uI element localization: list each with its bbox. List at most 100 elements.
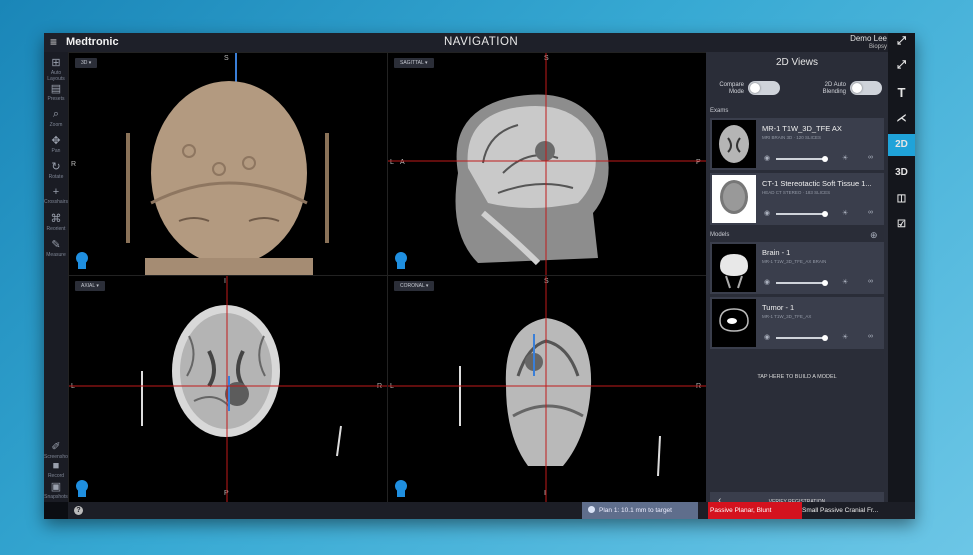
menu-icon[interactable]: ≡ bbox=[50, 36, 57, 48]
tool-zoom[interactable]: ⌕ Zoom bbox=[44, 108, 68, 128]
viewport-3d[interactable]: 3D ▾ S R bbox=[68, 52, 388, 276]
brightness-icon[interactable]: ☀ bbox=[842, 209, 848, 217]
visibility-icon[interactable]: ◉ bbox=[764, 209, 770, 217]
exam-subtitle: HEAD CT STEREO · 183 SLICES bbox=[762, 190, 831, 195]
model-subtitle: MR-1 T1W_3D_TFE_AX bbox=[762, 314, 812, 319]
model-card[interactable]: Brain - 1 MR-1 T1W_3D_TFE_AX BRAIN ◉ ☀ ∞ bbox=[710, 242, 884, 294]
tool-label: Snapshots bbox=[44, 494, 68, 500]
opacity-slider[interactable] bbox=[776, 335, 828, 341]
add-model-icon[interactable]: ⊕ bbox=[870, 230, 878, 241]
tool-label: Zoom bbox=[49, 122, 63, 128]
tool-record[interactable]: ■ Record bbox=[44, 460, 68, 479]
tool-label: Record bbox=[47, 473, 65, 479]
model-subtitle: MR-1 T1W_3D_TFE_AX BRAIN bbox=[762, 259, 827, 264]
reference-frame-label[interactable]: Small Passive Cranial Fr... bbox=[802, 502, 902, 519]
expand-icon[interactable]: ⤢ bbox=[888, 35, 915, 48]
tool-label: Presets bbox=[47, 96, 65, 102]
mri-thumb-image bbox=[719, 125, 749, 163]
tool-rotate[interactable]: ↻ Rotate bbox=[44, 160, 68, 180]
auto-blending-label: 2D Auto Blending bbox=[822, 82, 846, 95]
viewport-sagittal[interactable]: SAGITTAL ▾ S L A P bbox=[387, 52, 708, 276]
tool-pan[interactable]: ✥ Pan bbox=[44, 134, 68, 154]
slider-handle[interactable] bbox=[822, 280, 828, 286]
model-name: Tumor - 1 bbox=[762, 303, 795, 312]
link-icon[interactable]: ∞ bbox=[868, 333, 873, 340]
orientation-head-icon bbox=[76, 480, 88, 497]
auto-blending-toggle[interactable] bbox=[850, 81, 882, 95]
tool-crosshairs[interactable]: + Crosshairs bbox=[44, 186, 68, 205]
opacity-slider[interactable] bbox=[776, 156, 828, 162]
resize-icon[interactable]: ⤢ bbox=[888, 59, 915, 72]
model-card[interactable]: Tumor - 1 MR-1 T1W_3D_TFE_AX ◉ ☀ ∞ bbox=[710, 297, 884, 349]
tool-presets[interactable]: ▤ Presets bbox=[44, 82, 68, 102]
opacity-slider[interactable] bbox=[776, 211, 828, 217]
toggle-knob bbox=[852, 83, 862, 93]
panel-title: 2D Views bbox=[775, 57, 819, 68]
slider-handle[interactable] bbox=[822, 335, 828, 341]
orientation-head-icon bbox=[76, 252, 88, 269]
model-thumbnail bbox=[712, 299, 756, 347]
user-name: Demo Lee bbox=[850, 34, 887, 43]
trajectory-icon[interactable]: ⋌ bbox=[888, 113, 915, 124]
active-tool-badge[interactable]: Passive Planar, Blunt bbox=[708, 502, 802, 519]
exam-name: MR-1 T1W_3D_TFE AX bbox=[762, 124, 842, 133]
brain-model-thumb bbox=[720, 254, 748, 289]
target-icon bbox=[588, 506, 595, 513]
head-3d-render bbox=[126, 53, 329, 275]
exam-card[interactable]: CT-1 Stereotactic Soft Tissue 1... HEAD … bbox=[710, 173, 884, 225]
right-panel: 2D Views Compare Mode 2D Auto Blending E… bbox=[706, 52, 888, 519]
view-2d-button[interactable]: 2D bbox=[888, 134, 915, 156]
tool-label: Auto Layouts bbox=[47, 70, 65, 82]
brand-logo: Medtronic bbox=[66, 36, 119, 48]
left-toolbar: ⊞ Auto Layouts ▤ Presets ⌕ Zoom ✥ Pan ↻ Rotat… bbox=[44, 52, 69, 502]
compare-mode-toggle[interactable] bbox=[748, 81, 780, 95]
orientation-head-icon bbox=[395, 480, 407, 497]
brightness-icon[interactable]: ☀ bbox=[842, 278, 848, 286]
layout-icon[interactable]: ◫ bbox=[888, 193, 915, 204]
link-icon[interactable]: ∞ bbox=[868, 154, 873, 161]
target-distance[interactable]: Plan 1: 10.1 mm to target bbox=[582, 502, 698, 519]
view-3d-button[interactable]: 3D bbox=[888, 167, 915, 178]
viewport-coronal[interactable]: CORONAL ▾ S L R I bbox=[387, 275, 708, 504]
viewport-axial[interactable]: AXIAL ▾ I L R P bbox=[68, 275, 388, 504]
tool-snapshots[interactable]: ▣ Snapshots bbox=[44, 480, 68, 500]
text-icon[interactable]: T bbox=[888, 85, 915, 100]
link-icon[interactable]: ∞ bbox=[868, 209, 873, 216]
tool-auto-layouts[interactable]: ⊞ Auto Layouts bbox=[44, 56, 68, 82]
checklist-icon[interactable]: ☑ bbox=[888, 219, 915, 230]
user-info[interactable]: Demo Lee Biopsy bbox=[850, 34, 887, 52]
slider-handle[interactable] bbox=[822, 156, 828, 162]
visibility-icon[interactable]: ◉ bbox=[764, 278, 770, 286]
model-name: Brain - 1 bbox=[762, 248, 791, 257]
link-icon[interactable]: ∞ bbox=[868, 278, 873, 285]
toggle-knob bbox=[750, 83, 760, 93]
ct-thumb-image bbox=[712, 175, 756, 223]
exam-thumbnail bbox=[712, 120, 756, 168]
page-title: NAVIGATION bbox=[444, 36, 519, 48]
visibility-icon[interactable]: ◉ bbox=[764, 333, 770, 341]
axial-slice-image bbox=[69, 276, 387, 503]
brightness-icon[interactable]: ☀ bbox=[842, 154, 848, 162]
tumor-model-thumb bbox=[719, 308, 749, 332]
status-bar: ? Plan 1: 10.1 mm to target Passive Plan… bbox=[68, 502, 915, 519]
exam-thumbnail bbox=[712, 175, 756, 223]
procedure-name: Biopsy bbox=[868, 44, 887, 50]
tool-screenshot[interactable]: ✐ Screenshot bbox=[44, 440, 69, 460]
top-bar: ≡ Medtronic NAVIGATION Demo Lee Biopsy bbox=[44, 33, 915, 52]
brightness-icon[interactable]: ☀ bbox=[842, 333, 848, 341]
model-thumbnail bbox=[712, 244, 756, 292]
tool-label: Reorient bbox=[46, 226, 66, 232]
build-model-button[interactable]: TAP HERE TO BUILD A MODEL bbox=[706, 374, 888, 380]
exam-card[interactable]: MR-1 T1W_3D_TFE AX MRI BRAIN 3D · 120 SL… bbox=[710, 118, 884, 170]
exam-name: CT-1 Stereotactic Soft Tissue 1... bbox=[762, 179, 872, 188]
visibility-icon[interactable]: ◉ bbox=[764, 154, 770, 162]
tool-reorient[interactable]: ⌘ Reorient bbox=[44, 212, 68, 232]
target-text: Plan 1: 10.1 mm to target bbox=[599, 507, 672, 514]
tool-label: Rotate bbox=[48, 174, 64, 180]
opacity-slider[interactable] bbox=[776, 280, 828, 286]
help-icon[interactable]: ? bbox=[74, 506, 83, 515]
sagittal-slice-image bbox=[388, 53, 707, 275]
tool-label: Crosshairs bbox=[44, 199, 68, 205]
slider-handle[interactable] bbox=[822, 211, 828, 217]
tool-measure[interactable]: ✎ Measure bbox=[44, 238, 68, 258]
